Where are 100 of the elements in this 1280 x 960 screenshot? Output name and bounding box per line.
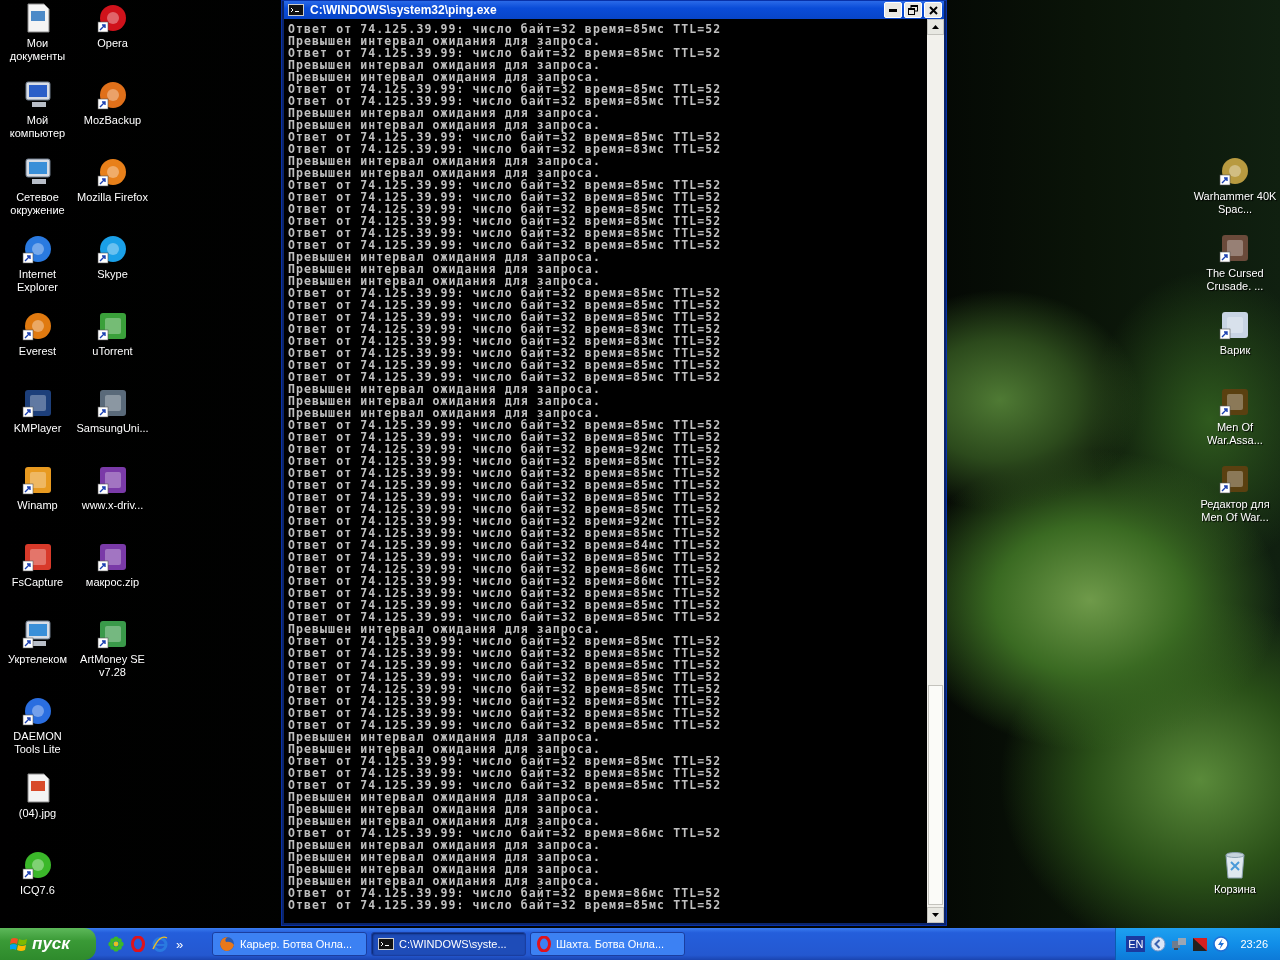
shortcut-icon[interactable]	[21, 695, 54, 727]
icon-label[interactable]: Редактор для Men Of War...	[1191, 498, 1279, 524]
shortcut-icon[interactable]	[1219, 155, 1251, 187]
window-title: C:\WINDOWS\system32\ping.exe	[310, 3, 498, 17]
icon-label[interactable]: Сетевое окружение	[0, 191, 75, 217]
console-line: Ответ от 74.125.39.99: число байт=32 время=85мс TTL=52	[288, 491, 723, 503]
console-line: Превышен интервал ожидания для запроса.	[288, 251, 601, 263]
close-button[interactable]	[924, 2, 942, 18]
shortcut-icon[interactable]	[96, 387, 129, 419]
icon-label[interactable]: Men Of War.Assa...	[1191, 421, 1279, 447]
shortcut-icon[interactable]	[96, 2, 129, 34]
icon-label[interactable]: KMPlayer	[0, 422, 75, 435]
icon-label[interactable]: SamsungUni...	[75, 422, 150, 435]
scrollbar[interactable]	[927, 19, 944, 923]
language-indicator[interactable]: EN	[1126, 936, 1146, 952]
network-icon[interactable]	[1171, 936, 1188, 952]
shortcut-icon[interactable]	[21, 541, 54, 573]
lightning-icon[interactable]	[1213, 936, 1230, 952]
console-line: Ответ от 74.125.39.99: число байт=32 время=85мс TTL=52	[288, 287, 723, 299]
icon-label[interactable]: ICQ7.6	[0, 884, 75, 897]
shortcut-icon[interactable]	[21, 464, 54, 496]
scroll-thumb[interactable]	[928, 685, 943, 905]
console-line: Превышен интервал ожидания для запроса.	[288, 383, 601, 395]
console-line: Ответ от 74.125.39.99: число байт=32 время=85мс TTL=52	[288, 371, 723, 383]
console-line: Ответ от 74.125.39.99: число байт=32 время=85мс TTL=52	[288, 455, 723, 467]
icon-label[interactable]: FsCapture	[0, 576, 75, 589]
icon-label[interactable]: Укртелеком	[0, 653, 75, 666]
close-icon	[928, 5, 938, 15]
shortcut-icon[interactable]	[96, 618, 129, 650]
icon-label[interactable]: Everest	[0, 345, 75, 358]
console-line: Ответ от 74.125.39.99: число байт=32 время=83мс TTL=52	[288, 323, 723, 335]
console-line: Превышен интервал ожидания для запроса.	[288, 839, 601, 851]
icon-label[interactable]: www.x-driv...	[75, 499, 150, 512]
shortcut-icon[interactable]	[96, 156, 129, 188]
shortcut-icon[interactable]	[96, 233, 129, 265]
shortcut-icon[interactable]	[96, 310, 129, 342]
console-line: Ответ от 74.125.39.99: число байт=32 время=85мс TTL=52	[288, 47, 723, 59]
shortcut-icon[interactable]	[96, 541, 129, 573]
taskbar-button[interactable]: C:\WINDOWS\syste...	[371, 932, 526, 956]
icon-label[interactable]: ArtMoney SE v7.28	[75, 653, 150, 679]
quick-launch-button[interactable]	[106, 936, 126, 952]
icon-label[interactable]: макрос.zip	[75, 576, 150, 589]
console-line: Превышен интервал ожидания для запроса.	[288, 851, 602, 863]
command-prompt-icon	[288, 4, 304, 16]
taskbar-button[interactable]: Шахта. Ботва Онла...	[530, 932, 685, 956]
icon-label[interactable]: Корзина	[1191, 883, 1279, 896]
console-line: Ответ от 74.125.39.99: число байт=32 время=86мс TTL=52	[288, 887, 723, 899]
icon-label[interactable]: The Cursed Crusade. ...	[1191, 267, 1279, 293]
clock[interactable]: 23:26	[1240, 938, 1268, 950]
icon-label[interactable]: Варик	[1191, 344, 1279, 357]
quick-launch-button[interactable]	[150, 936, 170, 952]
shortcut-icon[interactable]	[21, 387, 54, 419]
shortcut-icon[interactable]	[96, 464, 129, 496]
console-line: Ответ от 74.125.39.99: число байт=32 время=92мс TTL=52	[288, 443, 723, 455]
e-letter-icon	[152, 936, 168, 952]
console-line: Ответ от 74.125.39.99: число байт=32 время=85мс TTL=52	[288, 635, 723, 647]
restore-button[interactable]	[904, 2, 922, 18]
icon-label[interactable]: Warhammer 40K Spac...	[1191, 190, 1279, 216]
shortcut-icon[interactable]	[21, 849, 54, 881]
shortcut-icon[interactable]	[1219, 232, 1251, 264]
more-button[interactable]: »	[173, 936, 187, 952]
scroll-up-button[interactable]	[927, 19, 944, 35]
shortcut-icon[interactable]	[21, 310, 54, 342]
console-line: Ответ от 74.125.39.99: число байт=32 время=85мс TTL=52	[288, 695, 723, 707]
icon-label[interactable]: MozBackup	[75, 114, 150, 127]
icon-label[interactable]: DAEMON Tools Lite	[0, 730, 75, 756]
console-line: Ответ от 74.125.39.99: число байт=32 время=84мс TTL=52	[288, 539, 723, 551]
icon-label[interactable]: Internet Explorer	[0, 268, 75, 294]
console-line: Ответ от 74.125.39.99: число байт=32 время=85мс TTL=52	[288, 707, 723, 719]
icon-label[interactable]: Мой компьютер	[0, 114, 75, 140]
icon-label[interactable]: (04).jpg	[0, 807, 75, 820]
console-line: Ответ от 74.125.39.99: число байт=32 время=85мс TTL=52	[288, 203, 723, 215]
icon-label[interactable]: Opera	[75, 37, 150, 50]
icon-label[interactable]: Skype	[75, 268, 150, 281]
console-line: Превышен интервал ожидания для запроса.	[288, 71, 602, 83]
console-line: Ответ от 74.125.39.99: число байт=32 время=85мс TTL=52	[288, 479, 723, 491]
console-line: Ответ от 74.125.39.99: число байт=32 время=85мс TTL=52	[288, 779, 723, 791]
shortcut-icon[interactable]	[1219, 309, 1251, 341]
fox-globe-icon	[219, 936, 235, 952]
console-line: Ответ от 74.125.39.99: число байт=32 время=85мс TTL=52	[288, 899, 723, 911]
shortcut-icon[interactable]	[21, 233, 54, 265]
icon-label[interactable]: Мои документы	[0, 37, 75, 63]
taskbar-button[interactable]: Карьер. Ботва Онла...	[212, 932, 367, 956]
console-line: Ответ от 74.125.39.99: число байт=32 время=85мс TTL=52	[288, 131, 723, 143]
console-line: Ответ от 74.125.39.99: число байт=32 время=85мс TTL=52	[288, 83, 723, 95]
start-button[interactable]: пуск	[0, 928, 96, 960]
console-line: Ответ от 74.125.39.99: число байт=32 время=85мс TTL=52	[288, 551, 723, 563]
console-line: Ответ от 74.125.39.99: число байт=32 время=85мс TTL=52	[288, 527, 723, 539]
console-line: Превышен интервал ожидания для запроса.	[288, 263, 602, 275]
minimize-button[interactable]	[884, 2, 902, 18]
shortcut-icon[interactable]	[21, 618, 54, 650]
scroll-down-button[interactable]	[927, 907, 944, 923]
icon-label[interactable]: Mozilla Firefox	[75, 191, 150, 204]
console-line: Ответ от 74.125.39.99: число байт=32 время=85мс TTL=52	[288, 215, 723, 227]
shortcut-icon[interactable]	[1219, 386, 1251, 418]
console-line: Ответ от 74.125.39.99: число байт=32 время=85мс TTL=52	[288, 767, 723, 779]
shortcut-icon[interactable]	[96, 79, 129, 111]
shortcut-icon[interactable]	[1219, 463, 1251, 495]
icon-label[interactable]: Winamp	[0, 499, 75, 512]
icon-label[interactable]: uTorrent	[75, 345, 150, 358]
